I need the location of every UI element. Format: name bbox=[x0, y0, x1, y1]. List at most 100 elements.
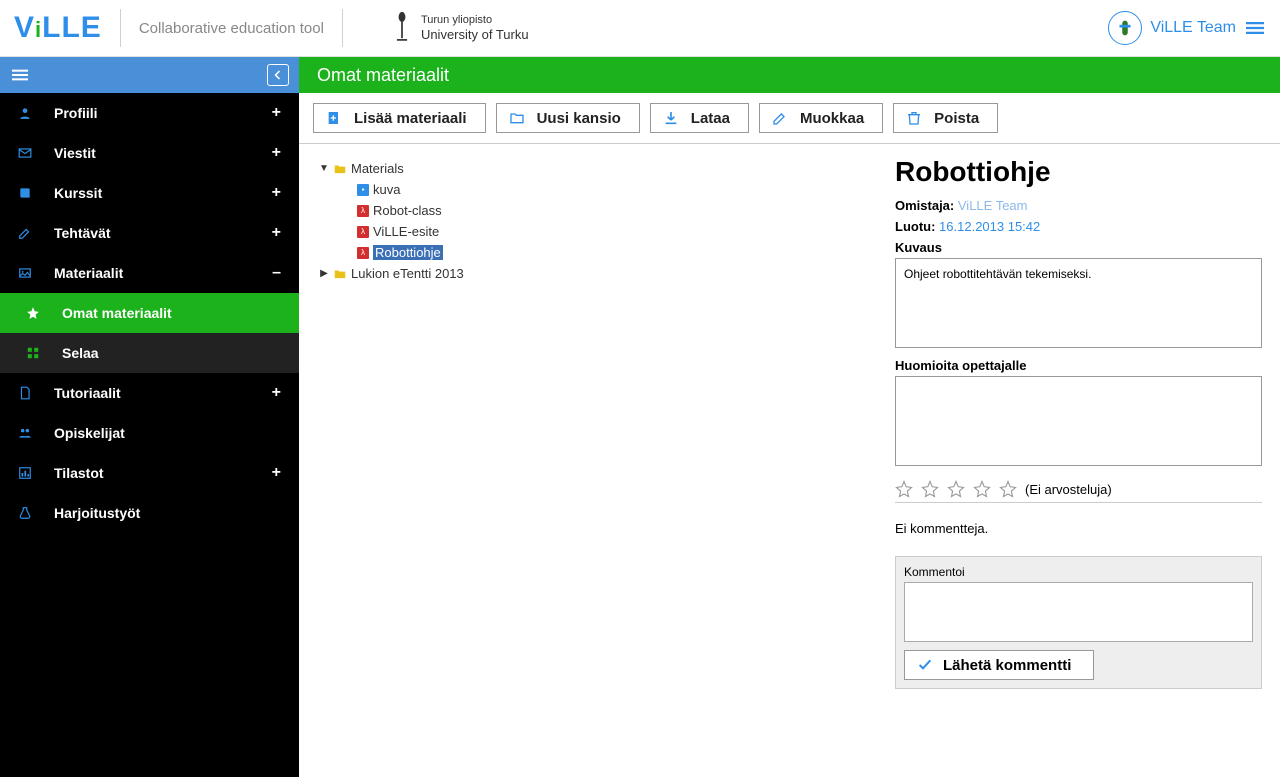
menu-icon[interactable] bbox=[1244, 19, 1266, 37]
tree-folder[interactable]: ▶ Lukion eTentti 2013 bbox=[319, 263, 867, 284]
expand-icon: + bbox=[272, 184, 281, 202]
tree-file-selected[interactable]: λRobottiohje bbox=[343, 242, 867, 263]
send-comment-button[interactable]: Lähetä kommentti bbox=[904, 650, 1094, 680]
folder-icon bbox=[509, 110, 525, 126]
file-icon bbox=[18, 386, 36, 400]
chart-icon bbox=[18, 466, 36, 480]
nav-label: Tehtävät bbox=[54, 225, 254, 241]
collapse-sidebar-button[interactable] bbox=[267, 64, 289, 86]
tree-label: Robot-class bbox=[373, 203, 442, 218]
nav-harjoitustyot[interactable]: Harjoitustyöt bbox=[0, 493, 299, 533]
nav-selaa[interactable]: Selaa bbox=[0, 333, 299, 373]
nav-label: Omat materiaalit bbox=[62, 305, 281, 321]
comment-block: Kommentoi Lähetä kommentti bbox=[895, 556, 1262, 689]
star-icon bbox=[26, 306, 44, 320]
nav-kurssit[interactable]: Kurssit + bbox=[0, 173, 299, 213]
edit-icon bbox=[772, 110, 788, 126]
description-label: Kuvaus bbox=[895, 240, 1262, 255]
description-box: Ohjeet robottitehtävän tekemiseksi. bbox=[895, 258, 1262, 348]
university-line2: University of Turku bbox=[421, 27, 529, 43]
nav-tilastot[interactable]: Tilastot+ bbox=[0, 453, 299, 493]
collapse-icon: – bbox=[272, 264, 281, 282]
tree-file[interactable]: ▪ kuva bbox=[343, 179, 867, 200]
sidebar: Profiili+ Viestit+ Kurssit+ Tehtävät+ Ma… bbox=[0, 57, 299, 777]
app-logo[interactable]: ViLLE bbox=[14, 11, 102, 45]
button-label: Lähetä kommentti bbox=[943, 657, 1071, 674]
pdf-file-icon: λ bbox=[357, 226, 369, 238]
nav-tehtavat[interactable]: Tehtävät + bbox=[0, 213, 299, 253]
expand-icon: + bbox=[272, 384, 281, 402]
button-label: Poista bbox=[934, 110, 979, 127]
image-file-icon: ▪ bbox=[357, 184, 369, 196]
tree-file[interactable]: λRobot-class bbox=[343, 200, 867, 221]
new-folder-button[interactable]: Uusi kansio bbox=[496, 103, 640, 133]
star-outline-icon[interactable] bbox=[973, 480, 991, 498]
owner-link[interactable]: ViLLE Team bbox=[958, 198, 1028, 213]
button-label: Muokkaa bbox=[800, 110, 864, 127]
created-value: 16.12.2013 15:42 bbox=[939, 219, 1040, 234]
image-icon bbox=[18, 266, 36, 280]
torch-icon bbox=[391, 11, 413, 45]
comment-input[interactable] bbox=[904, 582, 1253, 642]
nav-tutoriaalit[interactable]: Tutoriaalit + bbox=[0, 373, 299, 413]
avatar[interactable] bbox=[1108, 11, 1142, 45]
owner-label: Omistaja: bbox=[895, 198, 954, 213]
nav-profiili[interactable]: Profiili+ bbox=[0, 93, 299, 133]
tree-label: Lukion eTentti 2013 bbox=[351, 266, 464, 281]
tree-file[interactable]: λViLLE-esite bbox=[343, 221, 867, 242]
star-outline-icon[interactable] bbox=[999, 480, 1017, 498]
star-outline-icon[interactable] bbox=[921, 480, 939, 498]
university-logo: Turun yliopisto University of Turku bbox=[391, 11, 529, 45]
top-header: ViLLE Collaborative education tool Turun… bbox=[0, 0, 1280, 57]
mail-icon bbox=[18, 146, 36, 160]
detail-title: Robottiohje bbox=[895, 156, 1262, 188]
tree-folder-root[interactable]: ▼Materials bbox=[319, 158, 867, 179]
button-label: Uusi kansio bbox=[537, 110, 621, 127]
nav-label: Opiskelijat bbox=[54, 425, 281, 441]
edit-button[interactable]: Muokkaa bbox=[759, 103, 883, 133]
flask-icon bbox=[18, 506, 36, 520]
download-button[interactable]: Lataa bbox=[650, 103, 749, 133]
download-icon bbox=[663, 110, 679, 126]
content: ▼Materials ▪kuva λRobot-class λViLLE-esi… bbox=[299, 144, 1280, 777]
caret-right-icon: ▶ bbox=[319, 268, 329, 279]
detail-panel: Robottiohje Omistaja: ViLLE Team Luotu: … bbox=[877, 144, 1280, 777]
divider bbox=[342, 9, 343, 47]
add-file-icon bbox=[326, 110, 342, 126]
expand-icon: + bbox=[272, 224, 281, 242]
nav-label: Tutoriaalit bbox=[54, 385, 254, 401]
team-name[interactable]: ViLLE Team bbox=[1150, 19, 1236, 37]
owner-row: Omistaja: ViLLE Team bbox=[895, 198, 1262, 213]
nav-omat-materiaalit[interactable]: Omat materiaalit bbox=[0, 293, 299, 333]
expand-icon: + bbox=[272, 464, 281, 482]
nav-label: Selaa bbox=[62, 345, 281, 361]
nav-label: Profiili bbox=[54, 105, 254, 121]
nav-viestit[interactable]: Viestit + bbox=[0, 133, 299, 173]
add-material-button[interactable]: Lisää materiaali bbox=[313, 103, 486, 133]
pdf-file-icon: λ bbox=[357, 247, 369, 259]
user-icon bbox=[18, 106, 36, 120]
university-text: Turun yliopisto University of Turku bbox=[421, 14, 529, 43]
nav-label: Kurssit bbox=[54, 185, 254, 201]
tree-panel: ▼Materials ▪kuva λRobot-class λViLLE-esi… bbox=[299, 144, 877, 777]
no-ratings-text: (Ei arvosteluja) bbox=[1025, 482, 1112, 497]
button-label: Lataa bbox=[691, 110, 730, 127]
caret-down-icon: ▼ bbox=[319, 163, 329, 174]
hamburger-icon[interactable] bbox=[10, 67, 30, 83]
notes-label: Huomioita opettajalle bbox=[895, 358, 1262, 373]
star-outline-icon[interactable] bbox=[947, 480, 965, 498]
nav-label: Viestit bbox=[54, 145, 254, 161]
button-label: Lisää materiaali bbox=[354, 110, 467, 127]
sidebar-top-bar bbox=[0, 57, 299, 93]
nav-materiaalit[interactable]: Materiaalit– bbox=[0, 253, 299, 293]
delete-button[interactable]: Poista bbox=[893, 103, 998, 133]
folder-icon bbox=[333, 162, 347, 176]
created-label: Luotu: bbox=[895, 219, 935, 234]
nav-opiskelijat[interactable]: Opiskelijat bbox=[0, 413, 299, 453]
tree-label: kuva bbox=[373, 182, 400, 197]
nav: Profiili+ Viestit+ Kurssit+ Tehtävät+ Ma… bbox=[0, 93, 299, 777]
notes-box bbox=[895, 376, 1262, 466]
header-right: ViLLE Team bbox=[1108, 11, 1266, 45]
star-outline-icon[interactable] bbox=[895, 480, 913, 498]
expand-icon: + bbox=[272, 144, 281, 162]
